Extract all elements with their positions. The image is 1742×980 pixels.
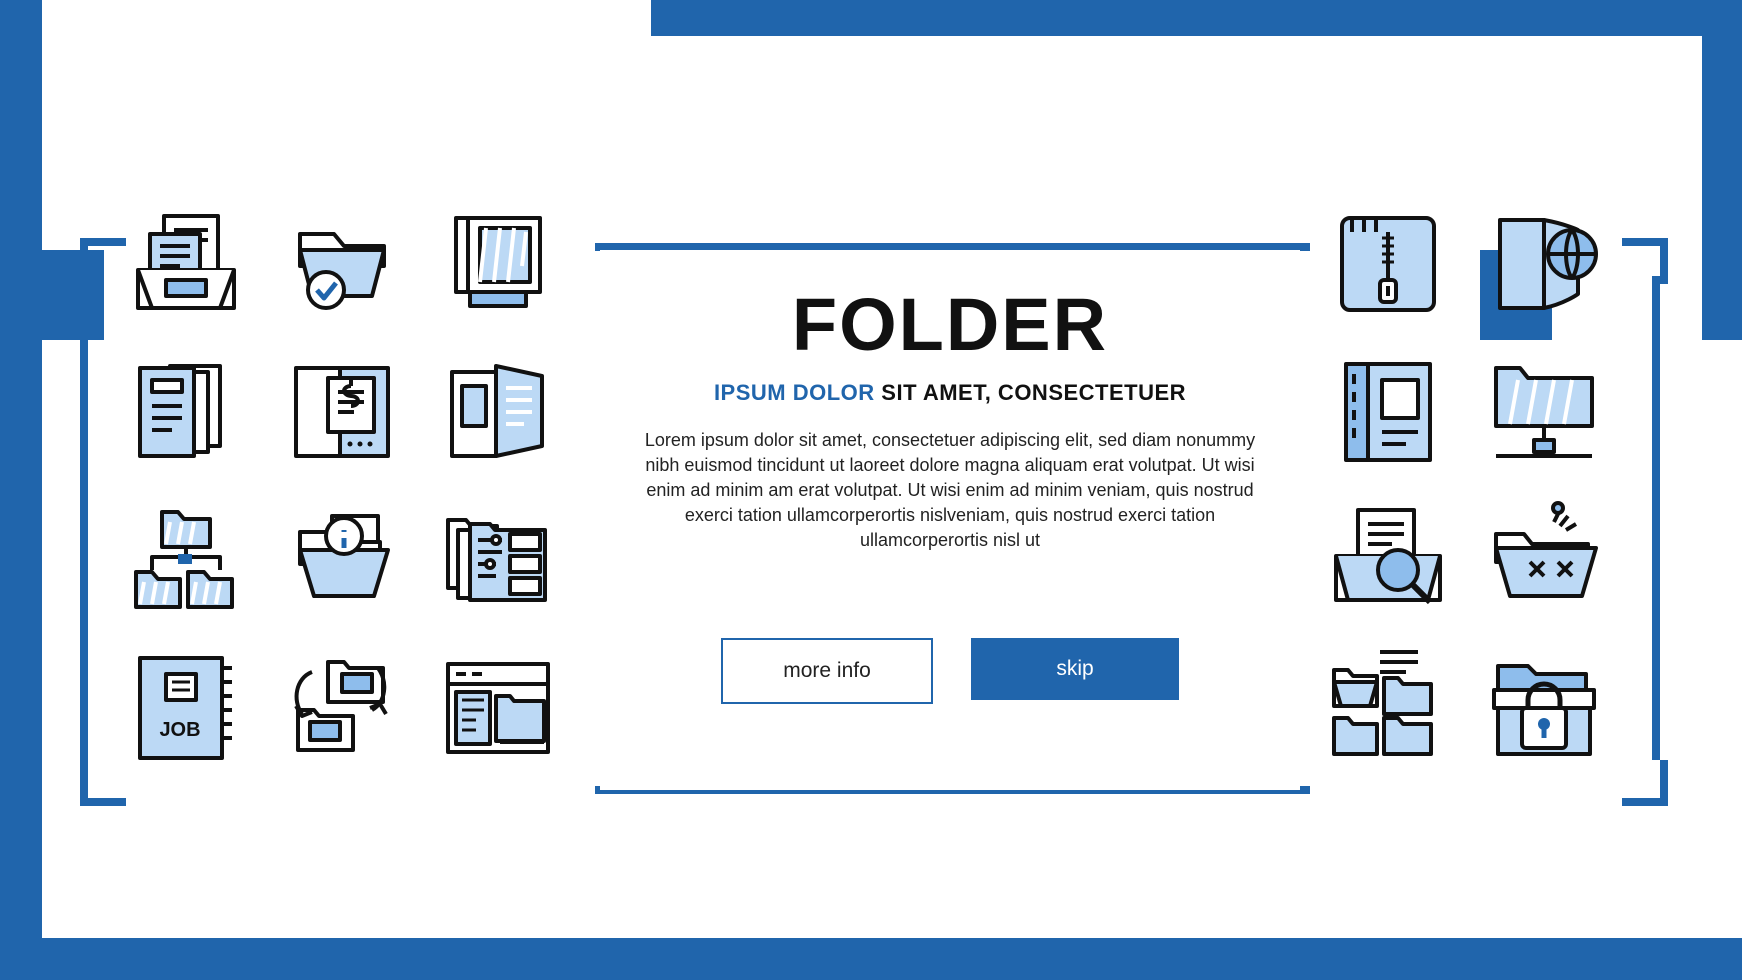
skip-button[interactable]: skip [971, 638, 1179, 700]
folder-browser-window-icon [420, 634, 576, 782]
more-info-button[interactable]: more info [721, 638, 933, 704]
corner-bracket-bottom-right [1622, 760, 1668, 806]
folder-open-book-pages-icon [420, 338, 576, 486]
folder-error-cross-icon [1466, 486, 1622, 634]
corner-bracket-top-right [1622, 238, 1668, 284]
folder-multiple-stack-icon [1310, 634, 1466, 782]
folder-hierarchy-structure-icon [108, 486, 264, 634]
frame-line-left [80, 276, 88, 760]
folder-with-documents-icon [108, 190, 264, 338]
folder-search-magnifier-icon [1310, 486, 1466, 634]
job-folder-portfolio-icon: JOB [108, 634, 264, 782]
button-group: more info skip [600, 638, 1300, 704]
folder-check-approved-icon [264, 190, 420, 338]
folder-network-share-icon [1466, 338, 1622, 486]
icon-grid-left: JOB [108, 190, 576, 782]
folder-lock-secure-icon [1466, 634, 1622, 782]
frame-line-right [1652, 276, 1660, 760]
background-blue-bottom-band [0, 938, 1742, 980]
folder-database-settings-icon [420, 486, 576, 634]
folder-binder-ring-icon [1310, 338, 1466, 486]
folder-global-world-icon [1466, 190, 1622, 338]
folder-zipper-notebook-icon [1310, 190, 1466, 338]
job-book-label: JOB [159, 719, 200, 741]
icon-grid-right [1310, 190, 1622, 782]
background-blue-left-band [0, 0, 42, 980]
page-subtitle-rest: SIT AMET, CONSECTETUER [881, 380, 1187, 405]
folder-document-stack-icon [108, 338, 264, 486]
folder-sync-transfer-icon [264, 634, 420, 782]
hero-text-panel: FOLDER IPSUM DOLOR SIT AMET, CONSECTETUE… [600, 250, 1300, 790]
landing-header-banner: JOB FOLDER IPSUM DOLOR SIT AMET, CONSECT… [0, 0, 1742, 980]
folder-invoice-dollar-icon [264, 338, 420, 486]
page-title: FOLDER [791, 283, 1109, 366]
folder-info-icon [264, 486, 420, 634]
folder-archive-box-icon [420, 190, 576, 338]
page-subtitle: IPSUM DOLOR SIT AMET, CONSECTETUER [600, 380, 1300, 406]
page-body-text: Lorem ipsum dolor sit amet, consectetuer… [644, 430, 1256, 550]
page-subtitle-highlight: IPSUM DOLOR [713, 380, 875, 405]
background-blue-top-strip [651, 0, 1240, 36]
